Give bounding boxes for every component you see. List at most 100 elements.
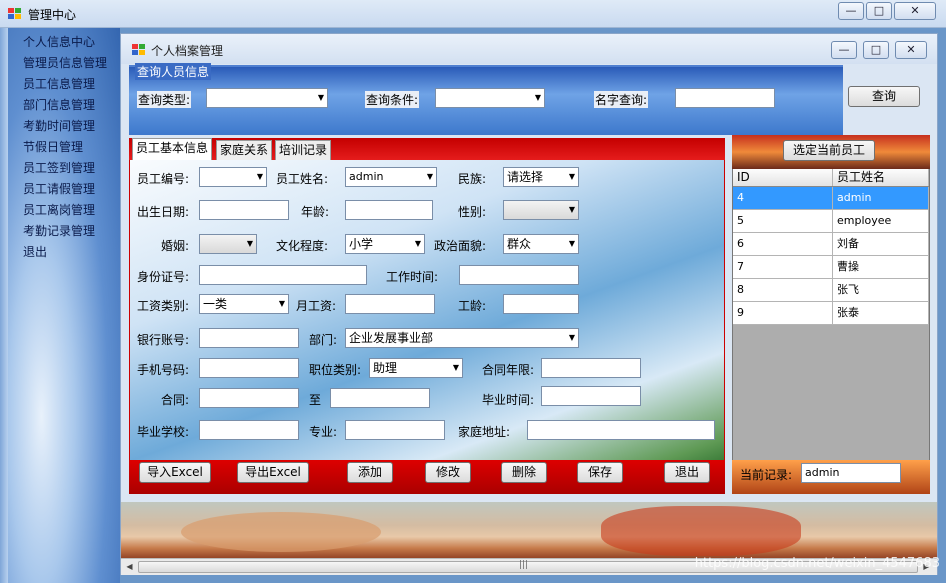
sidebar-menu: 个人信息中心 管理员信息管理 员工信息管理 部门信息管理 考勤时间管理 节假日管… — [8, 28, 120, 583]
table-row[interactable]: 4 admin — [733, 187, 929, 210]
sidebar-item-departure[interactable]: 员工离岗管理 — [8, 200, 120, 221]
contract-years-input[interactable] — [541, 358, 641, 378]
background-image-detail — [181, 512, 381, 552]
school-input[interactable] — [199, 420, 299, 440]
sidebar-item-employee-info[interactable]: 员工信息管理 — [8, 74, 120, 95]
close-button[interactable]: ✕ — [894, 2, 936, 20]
minimize-button[interactable]: — — [838, 2, 864, 20]
cell-id: 5 — [733, 210, 833, 232]
salary-type-label: 工资类别: — [137, 299, 190, 313]
department-select[interactable]: 企业发展事业部 — [345, 328, 579, 348]
maximize-button[interactable]: □ — [866, 2, 892, 20]
name-search-label: 名字查询: — [594, 91, 649, 108]
major-label: 专业: — [309, 425, 338, 439]
query-group-title: 查询人员信息 — [135, 63, 212, 80]
monthly-salary-input[interactable] — [345, 294, 435, 314]
department-label: 部门: — [309, 333, 338, 347]
sidebar-item-admin-info[interactable]: 管理员信息管理 — [8, 53, 120, 74]
employee-grid: ID 员工姓名 4 admin 5 employee 6 刘备 7 曹操 8 张… — [733, 169, 929, 325]
tab-family[interactable]: 家庭关系 — [216, 140, 273, 160]
employee-name-select[interactable]: admin — [345, 167, 437, 187]
marriage-select[interactable] — [199, 234, 257, 254]
add-button[interactable]: 添加 — [347, 462, 393, 483]
import-excel-button[interactable]: 导入Excel — [139, 462, 211, 483]
child-minimize-button[interactable]: — — [831, 41, 857, 59]
query-condition-select[interactable] — [435, 88, 545, 108]
table-row[interactable]: 7 曹操 — [733, 256, 929, 279]
table-row[interactable]: 5 employee — [733, 210, 929, 233]
salary-type-select[interactable]: 一类 — [199, 294, 289, 314]
sidebar-item-department-info[interactable]: 部门信息管理 — [8, 95, 120, 116]
employee-no-select[interactable] — [199, 167, 267, 187]
cell-name: 曹操 — [833, 256, 929, 278]
ethnicity-label: 民族: — [458, 172, 487, 186]
sidebar-item-personal-info[interactable]: 个人信息中心 — [8, 32, 120, 53]
age-input[interactable] — [345, 200, 433, 220]
ethnicity-select[interactable]: 请选择 — [503, 167, 579, 187]
search-button[interactable]: 查询 — [848, 86, 920, 107]
table-row[interactable]: 6 刘备 — [733, 233, 929, 256]
cell-id: 7 — [733, 256, 833, 278]
id-number-label: 身份证号: — [137, 270, 190, 284]
bank-account-input[interactable] — [199, 328, 299, 348]
birth-date-input[interactable] — [199, 200, 289, 220]
tab-basic-info[interactable]: 员工基本信息 — [132, 138, 213, 160]
app-icon — [8, 8, 22, 20]
graduation-time-input[interactable] — [541, 386, 641, 406]
cell-id: 4 — [733, 187, 833, 209]
child-close-button[interactable]: ✕ — [895, 41, 927, 59]
id-number-input[interactable] — [199, 265, 367, 285]
gender-label: 性别: — [458, 205, 487, 219]
sidebar-item-attendance-time[interactable]: 考勤时间管理 — [8, 116, 120, 137]
grid-header-row: ID 员工姓名 — [733, 169, 929, 187]
export-excel-button[interactable]: 导出Excel — [237, 462, 309, 483]
select-current-employee-button[interactable]: 选定当前员工 — [783, 140, 875, 161]
table-row[interactable]: 9 张泰 — [733, 302, 929, 325]
grid-header-id[interactable]: ID — [733, 169, 833, 186]
work-time-label: 工作时间: — [386, 270, 439, 284]
cell-name: employee — [833, 210, 929, 232]
school-label: 毕业学校: — [137, 425, 190, 439]
age-label: 年龄: — [301, 205, 330, 219]
tab-training[interactable]: 培训记录 — [275, 140, 332, 160]
bank-account-label: 银行账号: — [137, 333, 190, 347]
sidebar-item-exit[interactable]: 退出 — [8, 242, 120, 263]
child-maximize-button[interactable]: □ — [863, 41, 889, 59]
name-search-input[interactable] — [675, 88, 775, 108]
work-time-input[interactable] — [459, 265, 579, 285]
politics-select[interactable]: 群众 — [503, 234, 579, 254]
politics-label: 政治面貌: — [434, 239, 487, 253]
profile-window-title-bar: 个人档案管理 — □ ✕ — [121, 34, 937, 64]
grid-header-name[interactable]: 员工姓名 — [833, 169, 929, 186]
profile-window: 个人档案管理 — □ ✕ 查询人员信息 查询类型: 查询条件: 名字查询: 查询… — [120, 33, 938, 575]
sidebar-item-check-in[interactable]: 员工签到管理 — [8, 158, 120, 179]
current-record-input[interactable]: admin — [801, 463, 901, 483]
address-input[interactable] — [527, 420, 715, 440]
graduation-time-label: 毕业时间: — [482, 393, 535, 407]
sidebar-item-holiday[interactable]: 节假日管理 — [8, 137, 120, 158]
major-input[interactable] — [345, 420, 445, 440]
scroll-left-icon[interactable]: ◀ — [121, 559, 138, 575]
cell-name: 刘备 — [833, 233, 929, 255]
contract-start-input[interactable] — [199, 388, 299, 408]
table-row[interactable]: 8 张飞 — [733, 279, 929, 302]
save-button[interactable]: 保存 — [577, 462, 623, 483]
delete-button[interactable]: 删除 — [501, 462, 547, 483]
contract-label: 合同: — [161, 393, 190, 407]
seniority-input[interactable] — [503, 294, 579, 314]
cell-name: 张泰 — [833, 302, 929, 324]
sidebar-item-leave[interactable]: 员工请假管理 — [8, 179, 120, 200]
contract-end-input[interactable] — [330, 388, 430, 408]
query-type-select[interactable] — [206, 88, 328, 108]
cell-id: 8 — [733, 279, 833, 301]
education-select[interactable]: 小学 — [345, 234, 425, 254]
edit-button[interactable]: 修改 — [425, 462, 471, 483]
sidebar-item-attendance-records[interactable]: 考勤记录管理 — [8, 221, 120, 242]
to-label: 至 — [309, 393, 322, 407]
seniority-label: 工龄: — [458, 299, 487, 313]
background-image-detail — [601, 506, 801, 556]
phone-input[interactable] — [199, 358, 299, 378]
position-type-select[interactable]: 助理 — [369, 358, 463, 378]
exit-button[interactable]: 退出 — [664, 462, 710, 483]
gender-select[interactable] — [503, 200, 579, 220]
